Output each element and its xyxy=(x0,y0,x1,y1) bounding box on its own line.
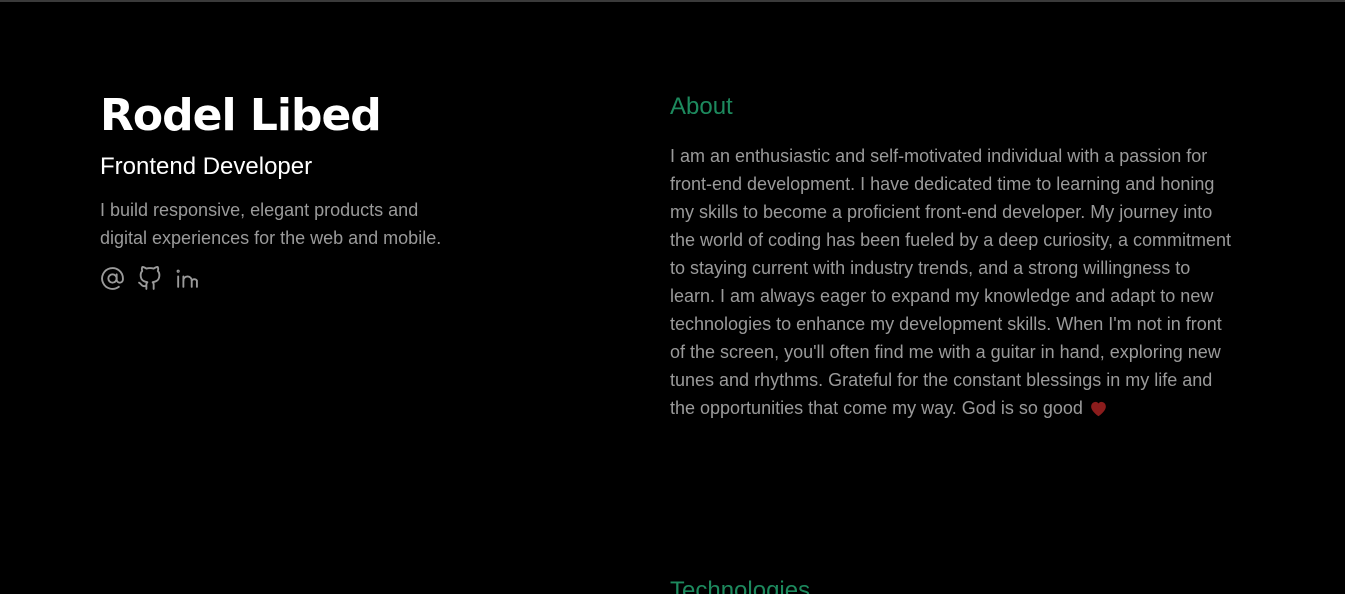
linkedin-link[interactable] xyxy=(174,266,199,291)
heart-icon xyxy=(1089,397,1108,425)
about-paragraph: I am an enthusiastic and self-motivated … xyxy=(670,142,1240,425)
social-links xyxy=(100,266,460,291)
top-border xyxy=(0,0,1345,2)
about-section: About I am an enthusiastic and self-moti… xyxy=(670,90,1245,425)
profile-name: Rodel Libed xyxy=(100,90,382,141)
github-icon xyxy=(138,266,161,290)
profile-tagline: I build responsive, elegant products and… xyxy=(100,200,442,248)
github-link[interactable] xyxy=(137,266,162,291)
linkedin-icon xyxy=(176,269,198,288)
profile-section: Rodel Libed Frontend Developer I build r… xyxy=(100,88,460,291)
profile-role: Frontend Developer xyxy=(100,153,313,180)
at-sign-icon xyxy=(101,267,124,290)
about-text: I am an enthusiastic and self-motivated … xyxy=(670,146,1231,418)
about-title: About xyxy=(670,93,733,120)
email-link[interactable] xyxy=(100,266,125,291)
technologies-title: Technologies xyxy=(670,577,811,594)
